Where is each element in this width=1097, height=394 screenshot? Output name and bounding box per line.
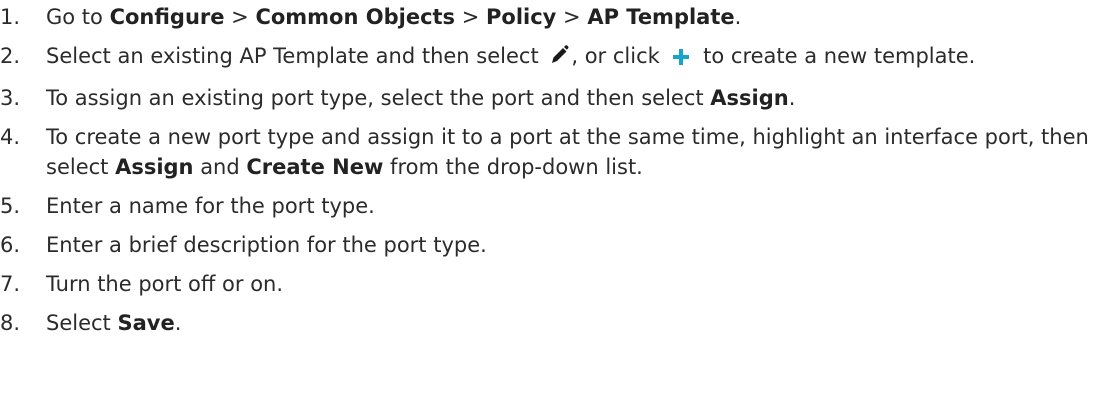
save-label: Save xyxy=(117,311,175,335)
create-new-label: Create New xyxy=(246,155,384,179)
step-6: 6. Enter a brief description for the por… xyxy=(0,230,1097,260)
step-7: 7. Turn the port off or on. xyxy=(0,269,1097,299)
instruction-steps: 1. Go to Configure > Common Objects > Po… xyxy=(0,0,1097,338)
pencil-icon xyxy=(549,44,569,74)
step-5: 5. Enter a name for the port type. xyxy=(0,191,1097,221)
step-3: 3. To assign an existing port type, sele… xyxy=(0,83,1097,113)
plus-icon xyxy=(672,44,690,74)
menu-ap-template: AP Template xyxy=(587,5,735,29)
step-number: 1. xyxy=(0,5,21,29)
step-number: 5. xyxy=(0,194,21,218)
menu-common-objects: Common Objects xyxy=(255,5,456,29)
menu-configure: Configure xyxy=(109,5,225,29)
step-2: 2. Select an existing AP Template and th… xyxy=(0,41,1097,74)
step-4: 4. To create a new port type and assign … xyxy=(0,122,1097,182)
step-number: 8. xyxy=(0,311,21,335)
step-number: 6. xyxy=(0,233,21,257)
step-number: 2. xyxy=(0,44,21,68)
step-8: 8. Select Save. xyxy=(0,308,1097,338)
step-1: 1. Go to Configure > Common Objects > Po… xyxy=(0,2,1097,32)
step-number: 3. xyxy=(0,86,21,110)
step-number: 4. xyxy=(0,125,21,149)
step-number: 7. xyxy=(0,272,21,296)
assign-label: Assign xyxy=(710,86,789,110)
assign-label: Assign xyxy=(115,155,194,179)
menu-policy: Policy xyxy=(486,5,557,29)
